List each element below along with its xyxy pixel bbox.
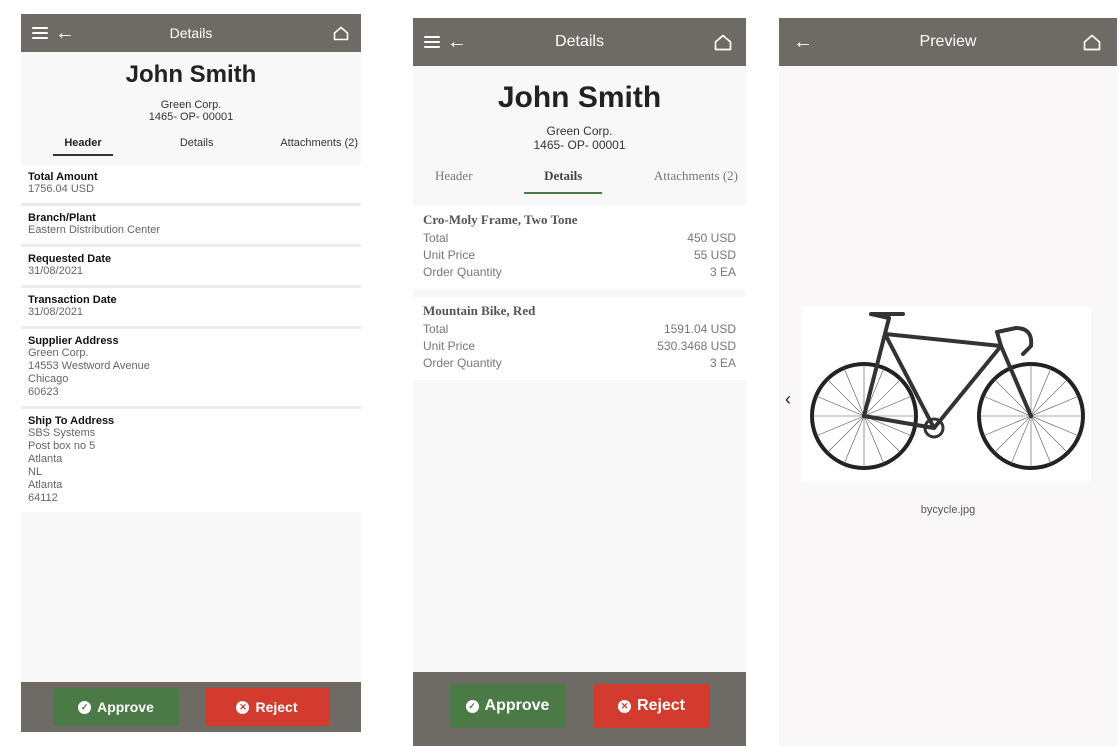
field-value: SBS Systems [28,427,96,439]
person-header: John Smith Green Corp. 1465- OP- 00001 [21,52,361,123]
field-label: Ship To Address [28,415,115,427]
page-title: Details [555,33,604,50]
tab-attachments[interactable]: Attachments (2) [280,137,358,149]
line-item-row: Unit Price 55 USD [423,247,736,264]
reject-button[interactable]: ✕ Reject [205,688,329,726]
line-item-title: Mountain Bike, Red [423,303,536,318]
action-bar: ✓ Approve ✕ Reject [413,672,746,746]
chevron-left-icon[interactable]: ‹ [785,390,791,408]
field-value: 31/08/2021 [28,265,84,277]
field-value: NL [28,466,43,478]
row-value: 450 USD [687,231,736,245]
order-number: 1465- OP- 00001 [148,111,234,123]
field-label: Requested Date [28,253,112,265]
approve-label: Approve [97,699,154,715]
field-value: 14553 Westword Avenue [28,360,150,372]
field-value: 64112 [28,492,58,504]
screen-details-tab: ← Details John Smith Green Corp. 1465- O… [413,18,746,746]
field-requested-date: Requested Date 31/08/2021 [21,247,361,288]
field-value: Green Corp. [28,347,89,359]
tab-bar: Header Details Attachments (2) [21,123,361,149]
line-item-row: Total 450 USD [423,230,736,247]
row-value: 55 USD [693,248,736,262]
field-label: Supplier Address [28,335,119,347]
reject-label: Reject [636,697,686,714]
row-value: 3 EA [709,265,736,279]
row-label: Order Quantity [423,356,502,370]
line-item-row: Unit Price 530.3468 USD [423,338,736,355]
field-value: Chicago [28,373,69,385]
order-number: 1465- OP- 00001 [533,138,626,152]
tab-bar: Header Details Attachments (2) [413,152,746,184]
check-circle-icon: ✓ [465,699,479,713]
person-header: John Smith Green Corp. 1465- OP- 00001 [413,66,746,152]
row-value: 530.3468 USD [657,339,736,353]
tab-header[interactable]: Header [53,137,113,149]
line-item-row: Total 1591.04 USD [423,321,736,338]
row-label: Unit Price [423,339,476,353]
field-value: Post box no 5 [28,440,96,452]
line-item[interactable]: Mountain Bike, Red Total 1591.04 USD Unit… [413,297,746,380]
company-name: Green Corp. [546,124,613,138]
top-bar: ← Details [21,14,361,52]
field-transaction-date: Transaction Date 31/08/2021 [21,288,361,329]
home-icon[interactable] [333,14,349,52]
tab-header[interactable]: Header [435,168,473,184]
approve-button[interactable]: ✓ Approve [53,688,179,726]
home-icon[interactable] [1083,18,1101,66]
field-value: 1756.04 USD [28,183,95,195]
field-label: Transaction Date [28,294,117,306]
field-supplier-address: Supplier Address Green Corp. 14553 Westw… [21,329,361,409]
field-value: Atlanta [28,453,63,465]
tab-attachments[interactable]: Attachments (2) [654,168,738,184]
reject-button[interactable]: ✕ Reject [593,684,710,728]
row-label: Total [423,231,449,245]
company-name: Green Corp. [160,99,222,111]
check-circle-icon: ✓ [78,700,92,714]
field-value: 60623 [28,386,59,398]
home-icon[interactable] [714,18,732,66]
row-label: Order Quantity [423,265,502,279]
row-value: 3 EA [709,356,736,370]
person-name: John Smith [497,81,662,114]
row-value: 1591.04 USD [663,322,736,336]
field-branch-plant: Branch/Plant Eastern Distribution Center [21,206,361,247]
page-title: Details [169,25,213,41]
field-value: Eastern Distribution Center [28,224,161,236]
tab-details[interactable]: Details [544,168,582,184]
attachment-image[interactable] [801,306,1091,482]
top-bar: ← Details [413,18,746,66]
line-items: Cro-Moly Frame, Two Tone Total 450 USD Un… [413,206,746,380]
screen-header-tab: ← Details John Smith Green Corp. 1465- O… [21,14,361,732]
top-bar: ← Preview [779,18,1117,66]
screen-preview: ← Preview ‹ bycycle.jpg [779,18,1117,746]
person-name: John Smith [125,61,257,88]
x-circle-icon: ✕ [617,699,631,713]
bicycle-image [810,312,1085,470]
page-title: Preview [919,33,977,50]
tab-details[interactable]: Details [180,137,214,149]
field-value: Atlanta [28,479,63,491]
row-label: Unit Price [423,248,476,262]
field-ship-to-address: Ship To Address SBS Systems Post box no … [21,409,361,512]
image-caption: bycycle.jpg [920,504,976,516]
line-item-row: Order Quantity 3 EA [423,355,736,372]
approve-button[interactable]: ✓ Approve [449,684,566,728]
header-fields: Total Amount 1756.04 USD Branch/Plant Ea… [21,165,361,512]
action-bar: ✓ Approve ✕ Reject [21,682,361,732]
line-item-title: Cro-Moly Frame, Two Tone [423,212,578,227]
line-item-row: Order Quantity 3 EA [423,264,736,281]
reject-label: Reject [255,699,298,715]
x-circle-icon: ✕ [236,700,250,714]
field-value: 31/08/2021 [28,306,84,318]
line-item[interactable]: Cro-Moly Frame, Two Tone Total 450 USD Un… [413,206,746,289]
field-label: Branch/Plant [28,212,96,224]
approve-label: Approve [484,697,550,714]
field-total-amount: Total Amount 1756.04 USD [21,165,361,206]
field-label: Total Amount [28,171,98,183]
row-label: Total [423,322,449,336]
